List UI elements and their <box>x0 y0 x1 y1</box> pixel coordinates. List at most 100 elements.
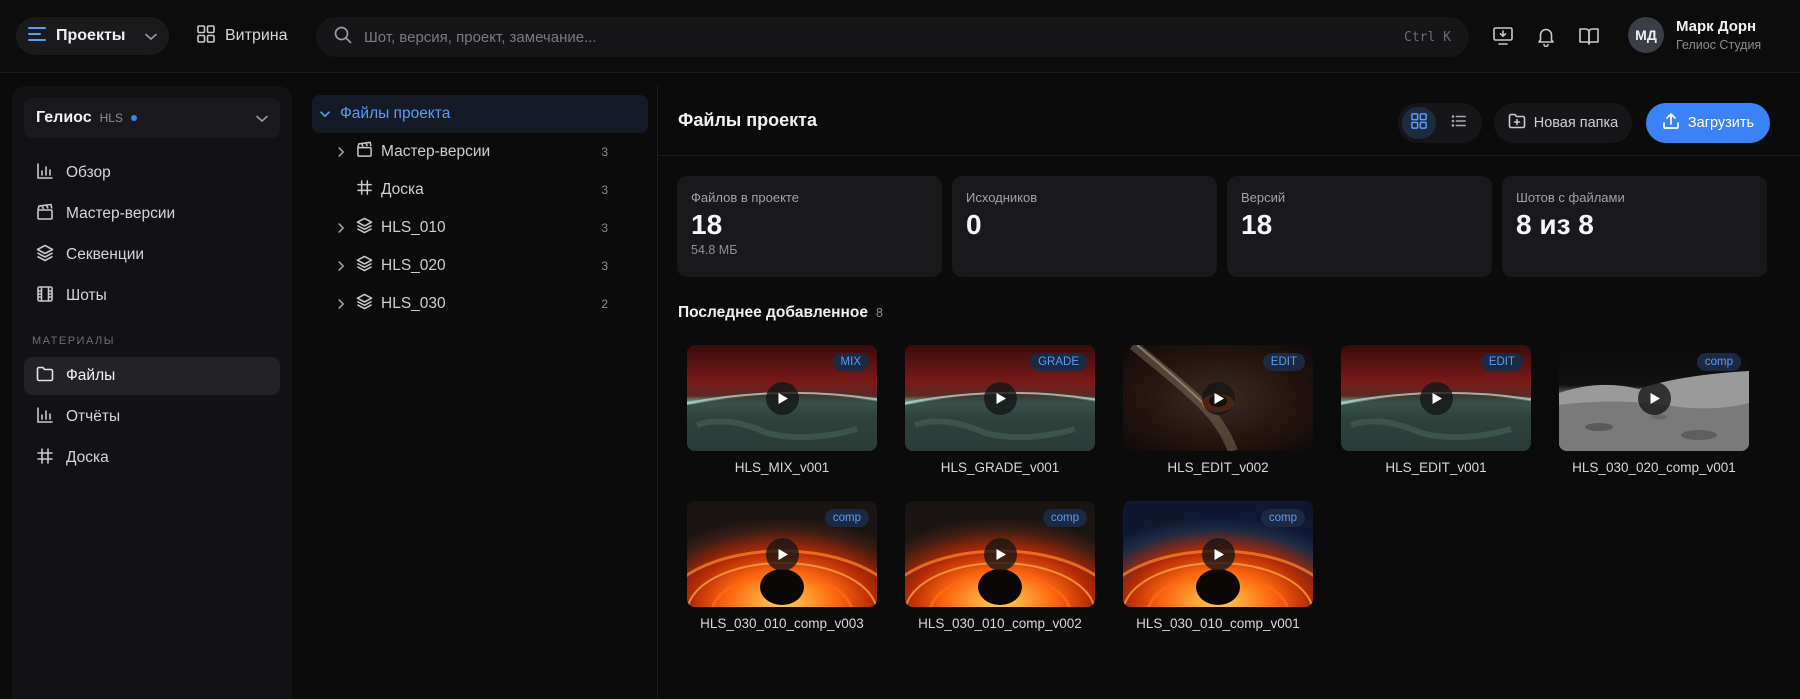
hash-icon <box>36 447 54 470</box>
tree-item-label: HLS_010 <box>381 219 446 236</box>
file-thumbnail[interactable]: comp <box>905 501 1095 607</box>
recent-count: 8 <box>875 306 883 320</box>
projects-menu-button[interactable]: Проекты <box>16 17 169 55</box>
hash-icon <box>356 179 373 201</box>
file-name: HLS_030_020_comp_v001 <box>1572 460 1736 475</box>
play-icon[interactable] <box>1420 382 1453 415</box>
file-card[interactable]: MIX HLS_MIX_v001 <box>687 345 877 475</box>
main-panel: Файлы проекта Новая папка Загрузить Файл… <box>658 86 1800 699</box>
file-type-badge: GRADE <box>1030 353 1087 371</box>
chevron-right-icon[interactable] <box>334 147 348 157</box>
tree-item-hls-010[interactable]: HLS_010 3 <box>312 209 648 247</box>
upload-icon <box>1662 112 1680 134</box>
file-name: HLS_030_010_comp_v001 <box>1136 616 1300 631</box>
tree-item-count: 2 <box>601 297 608 311</box>
play-icon[interactable] <box>766 382 799 415</box>
file-type-badge: EDIT <box>1480 353 1523 371</box>
menu-icon <box>28 27 46 45</box>
file-name: HLS_MIX_v001 <box>734 460 830 475</box>
play-icon[interactable] <box>984 382 1017 415</box>
file-thumbnail[interactable]: comp <box>1123 501 1313 607</box>
stat-label: Исходников <box>966 190 1038 205</box>
tree-item-label: Доска <box>381 181 424 198</box>
sidebar-item-reports[interactable]: Отчёты <box>24 398 280 436</box>
play-icon[interactable] <box>984 538 1017 571</box>
page-title: Файлы проекта <box>678 110 817 130</box>
stat-label: Файлов в проекте <box>691 190 799 205</box>
chart-icon <box>36 162 54 185</box>
sidebar-item-label: Доска <box>66 449 109 466</box>
chevron-right-icon[interactable] <box>334 261 348 271</box>
file-card[interactable]: comp HLS_030_020_comp_v001 <box>1559 345 1749 475</box>
file-card[interactable]: comp HLS_030_010_comp_v001 <box>1123 501 1313 631</box>
sidebar-item-masters[interactable]: Мастер-версии <box>24 195 280 233</box>
play-icon[interactable] <box>766 538 799 571</box>
bell-icon[interactable] <box>1534 24 1558 48</box>
clapperboard-icon <box>356 141 373 163</box>
tree-item-label: HLS_030 <box>381 295 446 312</box>
project-selector[interactable]: Гелиос HLS <box>24 98 280 138</box>
file-card[interactable]: comp HLS_030_010_comp_v002 <box>905 501 1095 631</box>
chevron-right-icon[interactable] <box>334 299 348 309</box>
tree-item-hls-030[interactable]: HLS_030 2 <box>312 285 648 323</box>
file-card[interactable]: EDIT HLS_EDIT_v001 <box>1341 345 1531 475</box>
file-thumbnail[interactable]: EDIT <box>1123 345 1313 451</box>
tree-item-hls-020[interactable]: HLS_020 3 <box>312 247 648 285</box>
file-thumbnail[interactable]: comp <box>1559 345 1749 451</box>
showcase-label: Витрина <box>225 27 288 44</box>
chevron-down-icon <box>145 28 157 45</box>
user-org: Гелиос Студия <box>1676 38 1762 52</box>
file-card[interactable]: comp HLS_030_010_comp_v003 <box>687 501 877 631</box>
tree-root-project-files[interactable]: Файлы проекта <box>312 95 648 133</box>
file-card[interactable]: GRADE HLS_GRADE_v001 <box>905 345 1095 475</box>
list-view-button[interactable] <box>1442 107 1476 139</box>
folder-plus-icon <box>1508 112 1526 134</box>
sidebar-item-label: Секвенции <box>66 246 145 263</box>
file-thumbnail[interactable]: MIX <box>687 345 877 451</box>
folder-icon <box>36 365 54 388</box>
stats-row: Файлов в проекте 18 54.8 МБ Исходников 0… <box>677 176 1767 277</box>
user-menu[interactable]: МД Марк Дорн Гелиос Студия <box>1628 17 1761 53</box>
tree-item-board[interactable]: Доска 3 <box>312 171 648 209</box>
sidebar-item-sequences[interactable]: Секвенции <box>24 236 280 274</box>
file-name: HLS_EDIT_v002 <box>1167 460 1269 475</box>
file-type-badge: MIX <box>832 353 869 371</box>
layers-icon <box>356 293 373 315</box>
sidebar-item-label: Отчёты <box>66 408 121 425</box>
search-icon <box>334 26 352 48</box>
file-type-badge: EDIT <box>1262 353 1305 371</box>
top-bar: Проекты Витрина Ctrl K МД Марк Дорн Гели… <box>0 0 1800 73</box>
grid-view-button[interactable] <box>1402 107 1436 139</box>
play-icon[interactable] <box>1638 382 1671 415</box>
showcase-button[interactable]: Витрина <box>193 17 292 55</box>
book-icon[interactable] <box>1577 24 1601 48</box>
upload-button[interactable]: Загрузить <box>1646 103 1770 143</box>
sidebar-item-label: Файлы <box>66 367 116 384</box>
project-tag: HLS <box>99 111 123 125</box>
download-desktop-icon[interactable] <box>1491 24 1515 48</box>
play-icon[interactable] <box>1202 538 1235 571</box>
file-card[interactable]: EDIT HLS_EDIT_v002 <box>1123 345 1313 475</box>
file-thumbnail[interactable]: GRADE <box>905 345 1095 451</box>
sidebar-item-board[interactable]: Доска <box>24 439 280 477</box>
file-thumbnail[interactable]: comp <box>687 501 877 607</box>
tree-item-count: 3 <box>601 221 608 235</box>
tree-item-count: 3 <box>601 259 608 273</box>
stat-value: 18 <box>1241 209 1273 240</box>
tree-item-masters[interactable]: Мастер-версии 3 <box>312 133 648 171</box>
new-folder-button[interactable]: Новая папка <box>1494 103 1632 143</box>
sidebar-item-overview[interactable]: Обзор <box>24 154 280 192</box>
sidebar-item-files[interactable]: Файлы <box>24 357 280 395</box>
chevron-right-icon[interactable] <box>334 223 348 233</box>
file-tree: Файлы проекта Мастер-версии 3 Доска 3 HL… <box>312 95 648 323</box>
search-bar[interactable]: Ctrl K <box>316 17 1469 57</box>
sidebar-item-shots[interactable]: Шоты <box>24 277 280 315</box>
new-folder-label: Новая папка <box>1533 115 1619 131</box>
list-icon <box>1451 113 1467 133</box>
file-thumbnail[interactable]: EDIT <box>1341 345 1531 451</box>
chevron-down-icon[interactable] <box>318 110 332 118</box>
file-type-badge: comp <box>1042 509 1087 527</box>
search-input[interactable] <box>364 28 1393 46</box>
file-name: HLS_030_010_comp_v003 <box>700 616 864 631</box>
play-icon[interactable] <box>1202 382 1235 415</box>
